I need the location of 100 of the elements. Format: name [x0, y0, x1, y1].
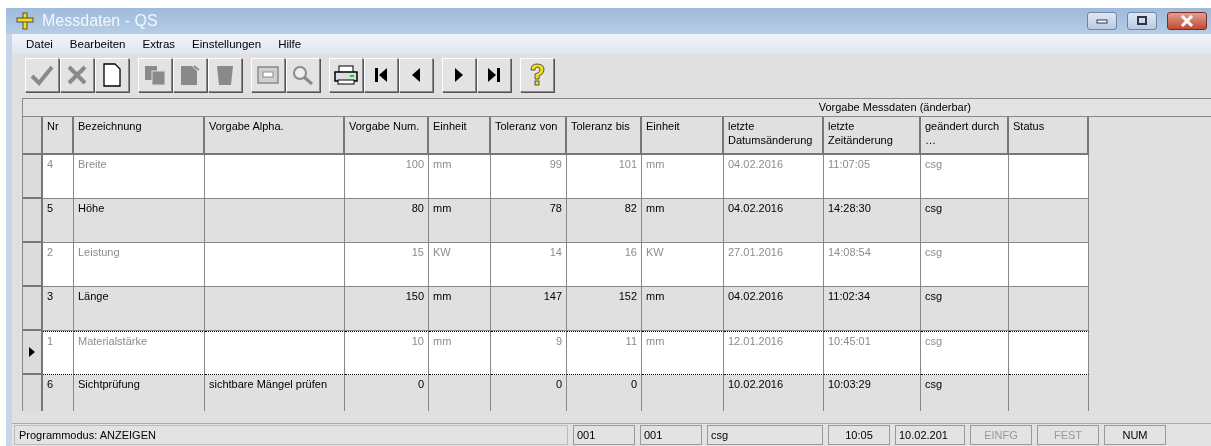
- status-field: FEST: [1037, 425, 1099, 445]
- checkmark-icon: [30, 64, 54, 86]
- table-cell: 78: [491, 199, 567, 243]
- table-cell: mm: [642, 287, 724, 331]
- toolbar-button[interactable]: [399, 58, 433, 92]
- table-cell: 14: [491, 243, 567, 287]
- table-cell: 04.02.2016: [724, 287, 824, 331]
- search-icon: [291, 64, 315, 86]
- corner-header: [23, 117, 43, 155]
- table-cell: 3: [43, 287, 74, 331]
- minimize-icon: [1096, 18, 1108, 24]
- row-header[interactable]: [23, 331, 43, 375]
- table-cell: mm: [642, 331, 724, 375]
- table-cell: mm: [429, 331, 491, 375]
- cross-icon: [66, 64, 88, 86]
- page-icon: [103, 63, 121, 87]
- toolbar-button[interactable]: [95, 58, 129, 92]
- row-pointer-icon: [28, 346, 36, 358]
- table-cell: 10:45:01: [824, 331, 921, 375]
- table-cell: 82: [567, 199, 642, 243]
- bin-icon: [214, 64, 236, 86]
- table-cell: 16: [567, 243, 642, 287]
- edit-page-icon: [179, 64, 201, 86]
- table-cell: mm: [429, 199, 491, 243]
- menu-item[interactable]: Einstellungen: [192, 38, 262, 50]
- table-cell: 12.01.2016: [724, 331, 824, 375]
- table-cell: 2: [43, 243, 74, 287]
- table-cell: Höhe: [74, 199, 205, 243]
- column-header[interactable]: Toleranz von: [491, 117, 567, 155]
- column-header[interactable]: letzte Zeitänderung: [824, 117, 921, 155]
- toolbar-button[interactable]: [477, 58, 511, 92]
- table-cell: 101: [567, 155, 642, 199]
- table-cell: mm: [429, 287, 491, 331]
- status-field: 001: [640, 425, 702, 445]
- table-cell: csg: [921, 331, 1009, 375]
- status-field: NUM: [1104, 425, 1166, 445]
- column-header[interactable]: Vorgabe Num.: [345, 117, 429, 155]
- table-cell: Leistung: [74, 243, 205, 287]
- table-cell: 04.02.2016: [724, 199, 824, 243]
- menu-item[interactable]: Datei: [26, 38, 53, 50]
- table-cell: 100: [345, 155, 429, 199]
- last-record-icon: [487, 67, 501, 83]
- status-field: EINFG: [970, 425, 1032, 445]
- minimize-button[interactable]: [1087, 12, 1117, 30]
- toolbar-button[interactable]: [364, 58, 398, 92]
- close-button[interactable]: [1167, 12, 1207, 30]
- menu-item[interactable]: Extras: [142, 38, 176, 50]
- status-field: 10.02.201: [895, 425, 965, 445]
- table-cell: csg: [921, 155, 1009, 199]
- table-cell: 4: [43, 155, 74, 199]
- table-cell: mm: [642, 155, 724, 199]
- table-cell: 152: [567, 287, 642, 331]
- toolbar-button[interactable]: [329, 58, 363, 92]
- column-header[interactable]: Vorgabe Alpha.: [205, 117, 345, 155]
- table-cell: 11: [567, 331, 642, 375]
- table-cell: 99: [491, 155, 567, 199]
- ruler-cross-icon: [16, 12, 34, 30]
- table-cell: mm: [429, 155, 491, 199]
- table-cell: Länge: [74, 287, 205, 331]
- printer-icon: [333, 64, 359, 86]
- table-cell: 10: [345, 331, 429, 375]
- table-cell: csg: [921, 199, 1009, 243]
- column-header[interactable]: Status: [1009, 117, 1089, 155]
- maximize-button[interactable]: [1127, 12, 1157, 30]
- column-header[interactable]: Bezeichnung: [74, 117, 205, 155]
- column-header[interactable]: letzte Datumsänderung: [724, 117, 824, 155]
- menu-item[interactable]: Bearbeiten: [69, 38, 126, 50]
- next-icon: [454, 67, 464, 83]
- table-cell: 11:07:05: [824, 155, 921, 199]
- window-title: Messdaten - QS: [42, 12, 158, 30]
- maximize-icon: [1136, 16, 1148, 26]
- toolbar-button[interactable]: [442, 58, 476, 92]
- table-cell: 5: [43, 199, 74, 243]
- column-header[interactable]: Einheit: [642, 117, 724, 155]
- table-cell: 04.02.2016: [724, 155, 824, 199]
- previous-icon: [411, 67, 421, 83]
- column-header[interactable]: geändert durch …: [921, 117, 1009, 155]
- status-field: 10:05: [828, 425, 890, 445]
- table-cell: 14:28:30: [824, 199, 921, 243]
- column-header[interactable]: Nr: [43, 117, 74, 155]
- table-cell: 80: [345, 199, 429, 243]
- table-cell: mm: [642, 199, 724, 243]
- table-cell: 9: [491, 331, 567, 375]
- table-cell: 14:08:54: [824, 243, 921, 287]
- table-cell: KW: [642, 243, 724, 287]
- table-cell: 150: [345, 287, 429, 331]
- copy-icon: [143, 64, 167, 86]
- status-field: 001: [573, 425, 635, 445]
- column-header[interactable]: Einheit: [429, 117, 491, 155]
- help-icon: [528, 63, 546, 87]
- table-cell: 147: [491, 287, 567, 331]
- column-header[interactable]: Toleranz bis: [567, 117, 642, 155]
- menu-item[interactable]: Hilfe: [278, 38, 302, 50]
- table-cell: Breite: [74, 155, 205, 199]
- group-header: Vorgabe Messdaten (änderbar): [22, 98, 1211, 117]
- first-record-icon: [374, 67, 388, 83]
- table-cell: 27.01.2016: [724, 243, 824, 287]
- table-cell: 1: [43, 331, 74, 375]
- table-cell: 15: [345, 243, 429, 287]
- table-cell: Materialstärke: [74, 331, 205, 375]
